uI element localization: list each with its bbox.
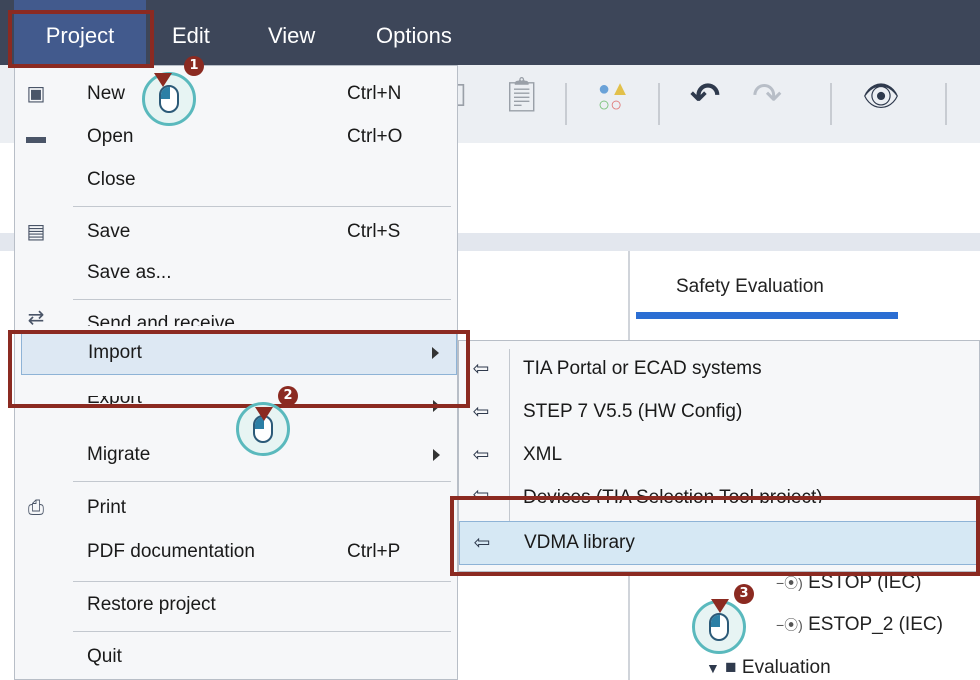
tree-item-estop-2[interactable]: −⦿) ESTOP_2 (IEC) — [776, 614, 943, 636]
menu-item-quit[interactable]: Quit — [15, 637, 457, 677]
toolbar-separator — [658, 83, 660, 125]
tab-active-indicator — [636, 312, 898, 319]
pointer-icon — [711, 599, 729, 613]
import-icon: ⇦ — [472, 401, 490, 423]
new-project-icon: ▣ — [26, 83, 46, 105]
import-icon: ⇦ — [472, 358, 490, 380]
check-status-icon[interactable]: ●▲ ○○ — [598, 79, 630, 115]
menu-separator — [73, 299, 451, 300]
send-receive-icon: ⇄ — [27, 307, 45, 326]
callout-box-import — [8, 330, 470, 408]
redo-icon[interactable]: ↷ — [752, 75, 782, 117]
menu-options[interactable]: Options — [376, 0, 452, 65]
mouse-click-icon — [236, 402, 290, 456]
menu-separator — [73, 631, 451, 632]
callout-box-project — [8, 10, 154, 68]
signal-icon: −⦿) — [776, 575, 803, 591]
callout-box-vdma — [450, 496, 980, 576]
menu-item-new[interactable]: ▣ New Ctrl+N — [15, 74, 457, 114]
submenu-arrow-icon — [433, 449, 440, 461]
toolbar-separator — [945, 83, 947, 125]
menu-item-pdf-documentation[interactable]: PDF documentation Ctrl+P — [15, 532, 457, 572]
submenu-item-step7[interactable]: ⇦ STEP 7 V5.5 (HW Config) — [459, 391, 979, 433]
menu-item-migrate[interactable]: Migrate — [15, 435, 457, 475]
toolbar-separator — [565, 83, 567, 125]
monitor-icon[interactable]: 👁︎ — [862, 79, 900, 114]
tree-item-evaluation[interactable]: ▼ ■ Evaluation — [706, 657, 831, 679]
undo-icon[interactable]: ↶ — [690, 75, 720, 117]
step-number-badge: 3 — [734, 584, 754, 604]
signal-icon: −⦿) — [776, 617, 803, 633]
submenu-item-xml[interactable]: ⇦ XML — [459, 434, 979, 476]
menu-item-restore-project[interactable]: Restore project — [15, 585, 457, 625]
menu-item-send-and-receive[interactable]: ⇄ Send and receive — [15, 304, 457, 326]
paste-icon[interactable]: 📋︎ — [500, 75, 543, 115]
menu-item-open[interactable]: ▬ Open Ctrl+O — [15, 117, 457, 157]
folder-icon: ■ — [725, 657, 737, 678]
save-icon: ▤ — [26, 221, 46, 243]
mouse-click-icon — [142, 72, 196, 126]
menu-item-save-as[interactable]: Save as... — [15, 253, 457, 293]
mouse-click-icon — [692, 599, 746, 654]
menu-item-print[interactable]: ⎙ Print — [15, 488, 457, 528]
printer-icon: ⎙ — [28, 497, 44, 519]
menu-view[interactable]: View — [268, 0, 315, 65]
menu-item-close[interactable]: Close — [15, 160, 457, 200]
mouse-icon — [159, 85, 179, 113]
tab-safety-evaluation[interactable]: Safety Evaluation — [676, 276, 824, 298]
toolbar-separator — [830, 83, 832, 125]
menu-separator — [73, 481, 451, 482]
menu-separator — [73, 206, 451, 207]
collapse-arrow-icon[interactable]: ▼ — [706, 660, 720, 676]
pointer-icon — [154, 73, 172, 87]
step-number-badge: 1 — [184, 56, 204, 76]
menu-separator — [73, 581, 451, 582]
folder-open-icon: ▬ — [26, 126, 46, 148]
step-number-badge: 2 — [278, 386, 298, 406]
mouse-icon — [709, 613, 729, 641]
pointer-icon — [255, 407, 273, 421]
menu-item-save[interactable]: ▤ Save Ctrl+S — [15, 212, 457, 252]
submenu-item-tia-portal[interactable]: ⇦ TIA Portal or ECAD systems — [459, 348, 979, 390]
import-icon: ⇦ — [472, 444, 490, 466]
